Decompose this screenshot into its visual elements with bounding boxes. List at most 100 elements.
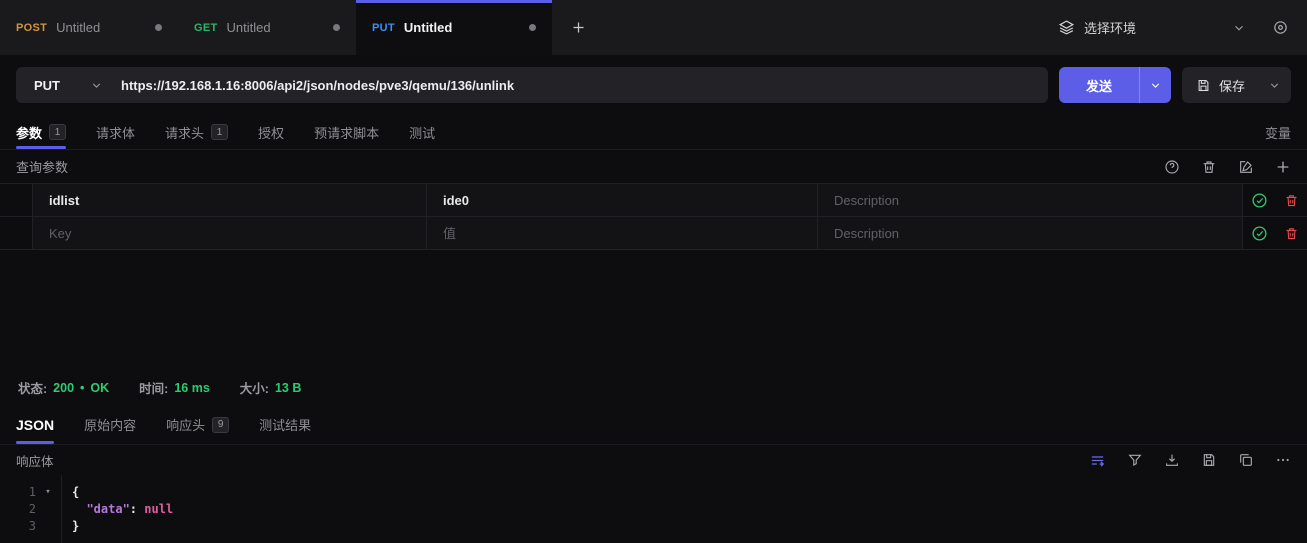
query-params-title: 查询参数 — [16, 157, 68, 176]
tab-title: Untitled — [227, 20, 271, 35]
save-icon — [1196, 78, 1211, 93]
send-button[interactable]: 发送 — [1059, 67, 1171, 103]
url-row: PUT 发送 保存 — [0, 55, 1307, 115]
send-options-chevron-icon[interactable] — [1139, 67, 1171, 103]
environment-selector[interactable]: 选择环境 — [1058, 18, 1246, 37]
param-key-cell — [33, 217, 427, 249]
help-circle-icon[interactable] — [1164, 159, 1180, 175]
status-label: 状态: — [18, 378, 47, 397]
save-button[interactable]: 保存 — [1182, 67, 1291, 103]
code-token: { — [72, 485, 79, 499]
tab-body[interactable]: 请求体 — [96, 115, 135, 149]
eye-icon[interactable] — [1272, 19, 1289, 36]
row-actions — [1243, 184, 1307, 216]
tab-prerequest-script[interactable]: 预请求脚本 — [314, 115, 379, 149]
save-response-icon[interactable] — [1201, 452, 1217, 468]
tab-headers[interactable]: 请求头 1 — [165, 115, 228, 149]
method-select-value: PUT — [34, 78, 60, 93]
request-tab-put-active[interactable]: PUT Untitled — [356, 0, 552, 55]
size-value: 13 B — [275, 381, 301, 395]
row-delete-icon[interactable] — [1284, 193, 1299, 208]
plus-icon — [571, 20, 586, 35]
param-description-input[interactable] — [818, 226, 1242, 241]
params-count-badge: 1 — [49, 124, 66, 140]
tab-tests[interactable]: 测试 — [409, 115, 435, 149]
method-label-get: GET — [194, 22, 218, 34]
request-tab-post[interactable]: POST Untitled — [0, 0, 178, 55]
fold-caret-icon[interactable]: ▾ — [36, 487, 60, 497]
method-label-put: PUT — [372, 22, 395, 34]
tab-response-headers[interactable]: 响应头 9 — [166, 405, 229, 444]
url-input[interactable] — [121, 67, 1048, 103]
tab-response-raw[interactable]: 原始内容 — [84, 405, 136, 444]
size-label: 大小: — [240, 378, 269, 397]
request-tab-bar: POST Untitled GET Untitled PUT Untitled … — [0, 0, 1307, 55]
tab-label: 测试 — [409, 123, 435, 142]
status-text: OK — [90, 381, 109, 395]
code-token: } — [72, 519, 79, 533]
row-enabled-check-icon[interactable] — [1251, 225, 1268, 242]
tabbar-right: 选择环境 — [1058, 0, 1307, 55]
row-drag-handle — [0, 184, 33, 216]
param-value-cell — [427, 184, 818, 216]
param-value-input[interactable] — [427, 193, 817, 208]
delete-all-icon[interactable] — [1201, 159, 1217, 175]
new-tab-button[interactable] — [552, 0, 604, 55]
tab-label: JSON — [16, 417, 54, 433]
row-drag-handle — [0, 217, 33, 249]
headers-count-badge: 1 — [211, 124, 228, 140]
variables-label: 变量 — [1265, 123, 1291, 142]
environment-selector-label: 选择环境 — [1084, 18, 1136, 37]
tab-test-results[interactable]: 测试结果 — [259, 405, 311, 444]
param-key-cell — [33, 184, 427, 216]
download-icon[interactable] — [1164, 452, 1180, 468]
bulk-edit-icon[interactable] — [1238, 159, 1254, 175]
time-value: 16 ms — [174, 381, 209, 395]
wrap-lines-icon[interactable] — [1089, 452, 1106, 469]
query-params-table — [0, 183, 1307, 250]
layers-icon — [1058, 19, 1075, 36]
tab-params[interactable]: 参数 1 — [16, 115, 66, 149]
query-params-toolbar — [1164, 159, 1291, 175]
tab-title: Untitled — [56, 20, 100, 35]
response-body-toolbar — [1089, 452, 1291, 469]
send-button-label: 发送 — [1059, 67, 1139, 103]
unsaved-dot-icon — [333, 24, 340, 31]
tab-label: 参数 — [16, 123, 42, 142]
unsaved-dot-icon — [155, 24, 162, 31]
tab-auth[interactable]: 授权 — [258, 115, 284, 149]
more-options-icon[interactable] — [1275, 452, 1291, 468]
tab-response-json[interactable]: JSON — [16, 405, 54, 444]
param-description-cell — [818, 217, 1243, 249]
param-description-input[interactable] — [818, 193, 1242, 208]
filter-icon[interactable] — [1127, 452, 1143, 468]
table-row — [0, 217, 1307, 250]
code-line: "data": null — [72, 500, 1307, 517]
save-options-chevron-icon[interactable] — [1268, 79, 1281, 92]
table-row — [0, 184, 1307, 217]
time-label: 时间: — [139, 378, 168, 397]
query-params-head: 查询参数 — [0, 150, 1307, 183]
unsaved-dot-icon — [529, 24, 536, 31]
row-delete-icon[interactable] — [1284, 226, 1299, 241]
method-select[interactable]: PUT — [16, 78, 121, 93]
save-button-label: 保存 — [1219, 76, 1245, 95]
request-tab-get[interactable]: GET Untitled — [178, 0, 356, 55]
row-enabled-check-icon[interactable] — [1251, 192, 1268, 209]
response-headers-count-badge: 9 — [212, 417, 229, 433]
param-key-input[interactable] — [33, 193, 426, 208]
param-description-cell — [818, 184, 1243, 216]
line-number: 3 — [0, 519, 36, 533]
param-value-input[interactable] — [427, 226, 817, 241]
variables-link[interactable]: 变量 — [1265, 115, 1291, 149]
code-gutter: 1 ▾ 2 3 — [0, 475, 62, 543]
param-key-input[interactable] — [33, 226, 426, 241]
copy-icon[interactable] — [1238, 452, 1254, 468]
status-group: 状态: 200 • OK — [18, 378, 109, 397]
response-tabs: JSON 原始内容 响应头 9 测试结果 — [0, 405, 1307, 445]
tab-label: 请求头 — [165, 123, 204, 142]
chevron-down-icon — [90, 79, 103, 92]
add-row-icon[interactable] — [1275, 159, 1291, 175]
code-lines: { "data": null } — [62, 475, 1307, 543]
response-body-code: 1 ▾ 2 3 { "data": null } — [0, 475, 1307, 543]
